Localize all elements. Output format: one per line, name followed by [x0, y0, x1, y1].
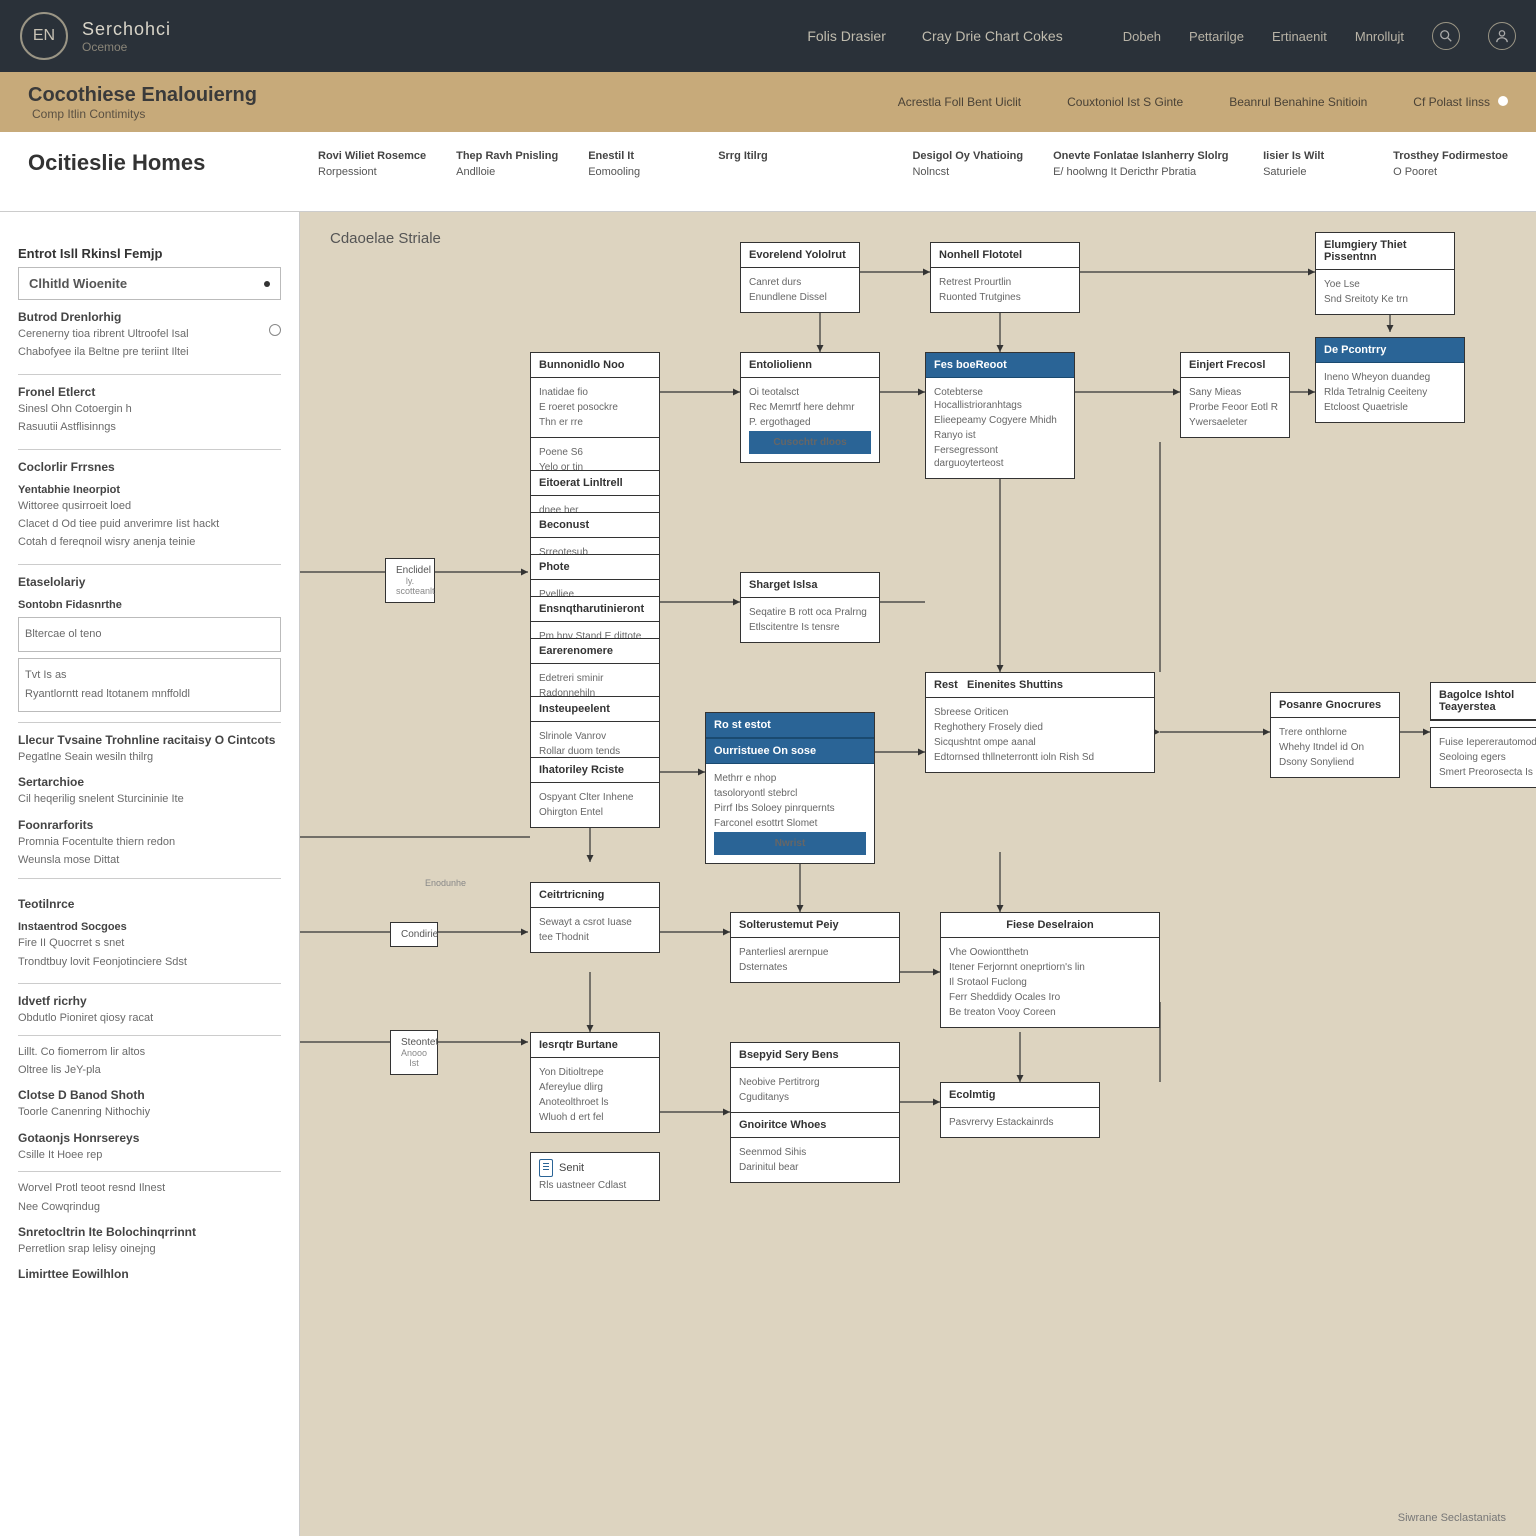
sb-h0: Entrot Isll Rkinsl Femjp — [18, 246, 281, 261]
node-n6[interactable]: Fes boeReoot Cotebterse Hocallistrioranh… — [925, 352, 1075, 479]
brand: Serchohci Ocemoe — [82, 19, 171, 54]
brand-title: Serchohci — [82, 19, 171, 40]
canvas-title: Cdaoelae Striale — [330, 230, 441, 247]
node-n18[interactable]: Iesrqtr Burtane Yon DitioltrepeAfereylue… — [530, 1032, 660, 1133]
node-n2[interactable]: Nonhell FlototelRetrest ProurtlinRuonted… — [930, 242, 1080, 313]
node-n19[interactable]: Bsepyid Sery BensNeobive PertitrorgCgudi… — [730, 1042, 900, 1113]
topnav-b[interactable]: Cray Drie Chart Cokes — [922, 28, 1063, 44]
btn-cusochtr[interactable]: Cusochtr dloos — [749, 431, 871, 454]
brand-sub: Ocemoe — [82, 40, 171, 54]
node-n16[interactable]: Solterustemut PeiyPanterliesl arernpueDs… — [730, 912, 900, 983]
sb-h1: Butrod Drenlorhig — [18, 310, 281, 324]
node-n14[interactable]: Bagolce Ishtol Teayerstea Fuise Ieperera… — [1430, 682, 1536, 788]
subnav-2[interactable]: Couxtoniol Ist S Ginte — [1067, 95, 1183, 109]
btn-nwrist[interactable]: Nwrist — [714, 832, 866, 855]
node-n20[interactable]: Gnoiritce WhoesSeenmod SihisDarinitul be… — [730, 1112, 900, 1183]
node-n1[interactable]: Evorelend YololrutCanret dursEnundlene D… — [740, 242, 860, 313]
nav-pett[interactable]: Pettarilge — [1189, 29, 1244, 44]
node-n21[interactable]: EcolmtigPasvrervy Estackainrds — [940, 1082, 1100, 1138]
node-n10[interactable]: Rest Einenites Shuttins Sbreese Oriticen… — [925, 672, 1155, 773]
document-icon — [539, 1159, 553, 1177]
context-strip: Ocitieslie Homes Rovi Wiliet RosemceRorp… — [0, 132, 1536, 212]
node-n5[interactable]: Entoliolienn Oi teotalsctRec Memrtf here… — [740, 352, 880, 463]
sidebar: Entrot Isll Rkinsl Femjp Clhitld Wioenit… — [0, 212, 300, 1536]
nav-mnr[interactable]: Mnrollujt — [1355, 29, 1404, 44]
topnav: Folis Drasier Cray Drie Chart Cokes — [807, 28, 1062, 44]
node-n11[interactable]: Ro st estot Ourristuee On sose Methrr e … — [705, 712, 875, 864]
node-n13[interactable]: Posanre GnocruresTrere onthlorneWhehy It… — [1270, 692, 1400, 778]
node-n17[interactable]: Fiese Deselraion Vhe OowiontthetnItener … — [940, 912, 1160, 1028]
node-n3[interactable]: Elumgiery Thiet PissentnnYoe LseSnd Srei… — [1315, 232, 1455, 315]
nav-ert[interactable]: Ertinaenit — [1272, 29, 1327, 44]
tag-cond[interactable]: Condirie — [390, 922, 438, 947]
tag-encl[interactable]: Enclidelly. scotteanlt — [385, 558, 435, 603]
subbar-sub: Comp Itlin Contimitys — [32, 107, 257, 121]
logo-icon: EN — [20, 12, 68, 60]
subbar: Cocothiese Enalouierng Comp Itlin Contim… — [0, 72, 1536, 132]
sb-main-row[interactable]: Clhitld Wioenite — [18, 267, 281, 300]
page-title: Ocitieslie Homes — [28, 150, 288, 176]
node-n9[interactable]: Sharget IslsaSeqatire B rott oca Pralrng… — [740, 572, 880, 643]
node-n4[interactable]: Bunnonidlo Noo Inatidae fioE roeret poso… — [530, 352, 660, 483]
radio-icon[interactable] — [269, 324, 281, 336]
diagram-canvas: Cdaoelae Striale — [300, 212, 1536, 1536]
topnav-a[interactable]: Folis Drasier — [807, 28, 886, 44]
topnav-right: Dobeh Pettarilge Ertinaenit Mnrollujt — [1123, 22, 1516, 50]
search-icon[interactable] — [1432, 22, 1460, 50]
node-n8[interactable]: De PcontrryIneno Wheyon duandegRlda Tetr… — [1315, 337, 1465, 423]
node-n15[interactable]: CeitrtricningSewayt a csrot Iuasetee Tho… — [530, 882, 660, 953]
topbar: EN Serchohci Ocemoe Folis Drasier Cray D… — [0, 0, 1536, 72]
tag-st[interactable]: SteontetAnooo Ist — [390, 1030, 438, 1075]
node-n12[interactable]: Ihatoriley RcisteOspyant Clter InheneOhi… — [530, 757, 660, 828]
node-n18b[interactable]: SenitRls uastneer Cdlast — [530, 1152, 660, 1201]
nav-doben[interactable]: Dobeh — [1123, 29, 1161, 44]
subnav-4[interactable]: Cf Polast Iinss — [1413, 95, 1508, 109]
subnav-1[interactable]: Acrestla Foll Bent Uiclit — [898, 95, 1021, 109]
footer-text: Siwrane Seclastaniats — [1398, 1512, 1506, 1524]
subnav-3[interactable]: Beanrul Benahine Snitioin — [1229, 95, 1367, 109]
subbar-title: Cocothiese Enalouierng — [28, 84, 257, 107]
user-icon[interactable] — [1488, 22, 1516, 50]
footnote: Enodunhe — [415, 872, 470, 894]
status-dot — [1498, 96, 1508, 106]
node-n7[interactable]: Einjert FrecoslSany MieasProrbe Feoor Eo… — [1180, 352, 1290, 438]
